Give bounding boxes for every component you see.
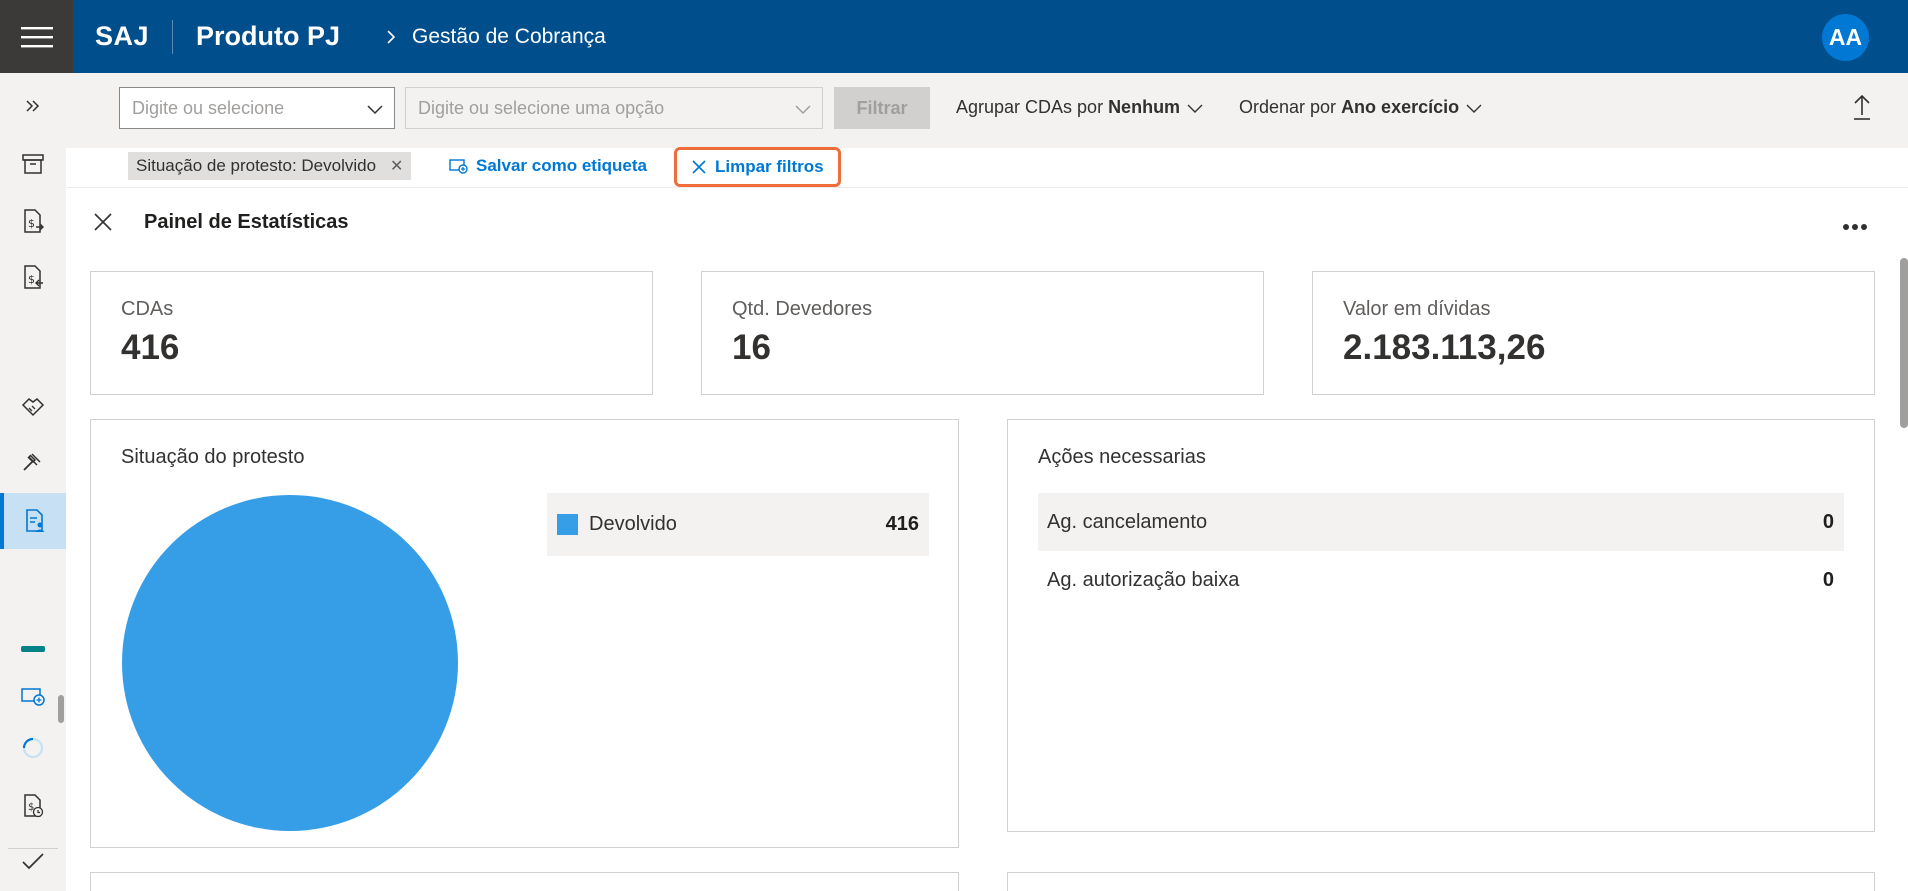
filter-bar: Digite ou selecione Digite ou selecione …	[66, 73, 1908, 148]
export-button[interactable]	[1852, 93, 1872, 126]
filter-select-2[interactable]: Digite ou selecione uma opção	[405, 87, 823, 129]
close-icon	[94, 213, 112, 231]
brand-divider	[172, 19, 174, 54]
more-options-button[interactable]	[1842, 218, 1868, 236]
protest-status-title: Situação do protesto	[121, 446, 305, 468]
filter-select-1-placeholder: Digite ou selecione	[132, 97, 285, 118]
rail-scrollbar[interactable]	[58, 695, 64, 723]
order-by-label: Ordenar por	[1239, 97, 1337, 117]
left-rail: $ $ $	[0, 73, 66, 891]
product-name[interactable]: Produto PJ	[196, 21, 340, 52]
kpi-label: Qtd. Devedores	[732, 298, 873, 320]
panel-title: Painel de Estatísticas	[144, 211, 349, 233]
chevron-right-icon	[386, 29, 396, 45]
filter-button[interactable]: Filtrar	[834, 87, 930, 129]
rail-item-archive[interactable]	[0, 136, 66, 192]
brand-logo[interactable]: SAJ	[95, 21, 149, 52]
menu-button[interactable]	[0, 0, 73, 73]
more-icon	[1843, 224, 1867, 230]
export-upload-icon	[1854, 94, 1870, 120]
action-label: Ag. cancelamento	[1047, 510, 1208, 533]
rail-item-agreements[interactable]	[0, 379, 66, 435]
document-money-clock-icon: $	[24, 794, 44, 818]
expand-icon	[26, 100, 40, 112]
archive-icon	[22, 154, 44, 174]
top-bar: SAJ Produto PJ Gestão de Cobrança AA	[0, 0, 1908, 73]
add-tag-icon	[21, 688, 45, 706]
actions-title: Ações necessarias	[1038, 446, 1206, 468]
kpi-value: 16	[732, 328, 771, 367]
loading-spinner-icon	[22, 737, 44, 759]
pie-slice-devolvido[interactable]	[122, 495, 458, 831]
filter-chip[interactable]: Situação de protesto: Devolvido ✕	[128, 152, 412, 180]
pie-chart	[122, 495, 458, 831]
clear-filters-button[interactable]: Limpar filtros	[674, 147, 841, 187]
filter-chip-label: Situação de protesto: Devolvido	[136, 156, 377, 175]
group-by-dropdown[interactable]: Agrupar CDAs por Nenhum	[956, 97, 1204, 118]
group-by-label: Agrupar CDAs por	[956, 97, 1104, 117]
rail-item-send[interactable]: $	[0, 193, 66, 249]
kpi-card-debt-value: Valor em dívidas 2.183.113,26	[1312, 271, 1875, 395]
svg-text:$: $	[28, 217, 35, 230]
filter-select-1[interactable]: Digite ou selecione	[119, 87, 395, 129]
filter-select-2-placeholder: Digite ou selecione uma opção	[418, 97, 665, 118]
breadcrumb-current[interactable]: Gestão de Cobrança	[412, 25, 606, 49]
svg-text:$: $	[28, 273, 35, 286]
save-as-tag-button[interactable]: Salvar como etiqueta	[448, 152, 647, 180]
rail-item-done[interactable]	[0, 833, 66, 889]
action-row[interactable]: Ag. autorização baixa 0	[1038, 551, 1844, 609]
rail-item-receive[interactable]: $	[0, 249, 66, 305]
legend-value: 416	[885, 513, 919, 535]
order-by-value: Ano exercício	[1341, 97, 1460, 117]
next-card-right	[1007, 872, 1875, 891]
group-by-value: Nenhum	[1108, 97, 1181, 117]
clear-filters-label: Limpar filtros	[715, 157, 824, 176]
chevron-down-icon	[1466, 104, 1482, 113]
expand-rail-button[interactable]	[0, 78, 66, 134]
action-value: 0	[1822, 568, 1834, 591]
active-filters-row: Situação de protesto: Devolvido ✕ Salvar…	[66, 147, 1908, 188]
chevron-down-icon	[795, 105, 811, 115]
close-icon	[692, 160, 706, 174]
rail-item-history[interactable]: $	[0, 778, 66, 834]
kpi-value: 416	[121, 328, 180, 367]
kpi-label: CDAs	[121, 298, 174, 320]
rail-item-legal[interactable]	[0, 435, 66, 491]
order-by-dropdown[interactable]: Ordenar por Ano exercício	[1239, 97, 1483, 118]
action-label: Ag. autorização baixa	[1047, 568, 1240, 591]
close-icon[interactable]: ✕	[390, 156, 403, 176]
legend-label: Devolvido	[589, 513, 677, 535]
hamburger-icon	[20, 26, 53, 47]
rail-item-loading	[0, 720, 66, 776]
kpi-value: 2.183.113,26	[1343, 328, 1546, 367]
action-value: 0	[1822, 510, 1834, 533]
rail-item-protest[interactable]	[0, 493, 66, 549]
checkmark-icon	[22, 853, 44, 870]
main-scrollbar[interactable]	[1900, 258, 1908, 428]
protest-status-card: Situação do protesto Devolvido 416	[90, 419, 959, 848]
document-person-icon	[26, 509, 45, 532]
gavel-icon	[23, 453, 41, 471]
close-panel-button[interactable]	[92, 211, 114, 238]
legend-swatch	[557, 514, 578, 535]
kpi-label: Valor em dívidas	[1343, 298, 1491, 320]
action-row[interactable]: Ag. cancelamento 0	[1038, 493, 1844, 551]
handshake-icon	[21, 398, 45, 417]
legend-item[interactable]: Devolvido 416	[547, 493, 929, 556]
document-money-receive-icon: $	[24, 265, 43, 289]
save-as-tag-label: Salvar como etiqueta	[476, 156, 648, 175]
chevron-down-icon	[1187, 104, 1203, 113]
avatar[interactable]: AA	[1822, 14, 1869, 61]
document-money-send-icon: $	[24, 209, 44, 233]
tag-save-icon	[449, 159, 468, 174]
kpi-card-cdas: CDAs 416	[90, 271, 653, 395]
minus-bar-icon	[21, 646, 45, 652]
next-card-left	[90, 872, 959, 891]
kpi-card-debtors: Qtd. Devedores 16	[701, 271, 1264, 395]
actions-card: Ações necessarias Ag. cancelamento 0 Ag.…	[1007, 419, 1875, 832]
chevron-down-icon	[367, 105, 383, 115]
rail-item-tags[interactable]	[0, 669, 66, 725]
